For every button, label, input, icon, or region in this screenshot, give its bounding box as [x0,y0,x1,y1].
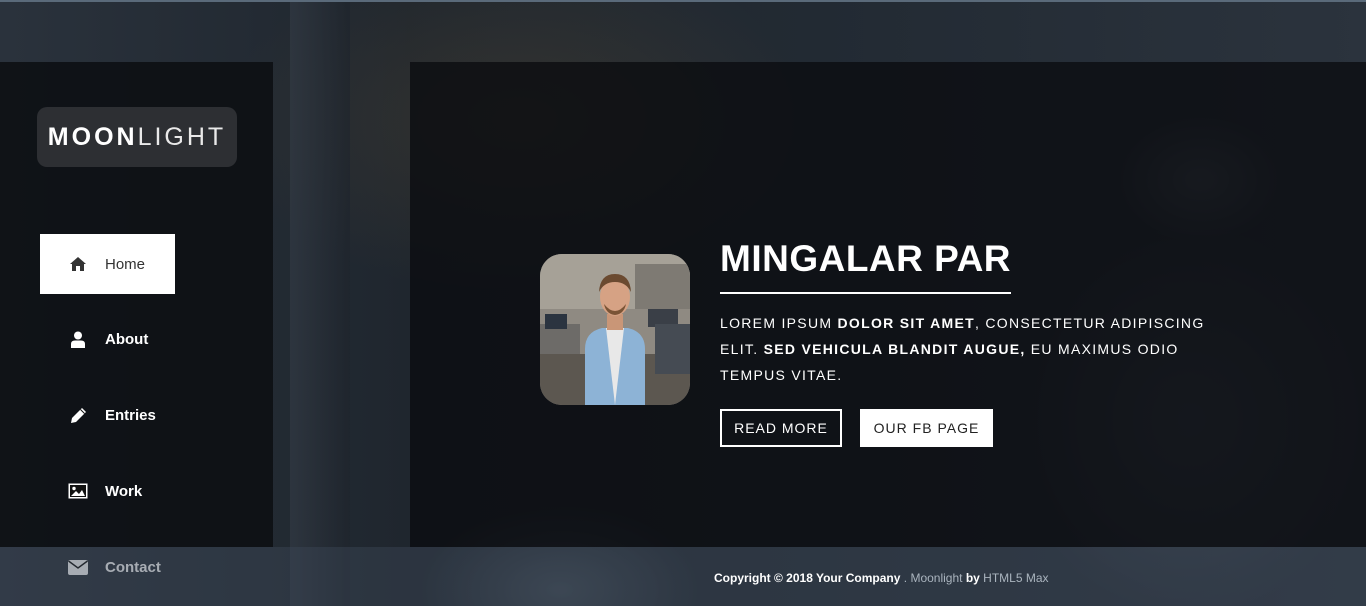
fb-page-button[interactable]: OUR FB PAGE [860,409,993,447]
top-border [0,0,1366,2]
desc-part-1: Lorem ipsum [720,315,838,331]
copyright-label: Copyright © 2018 Your Company [714,571,901,585]
footer-by: by [962,571,984,585]
nav-label-about: About [105,330,149,348]
nav-item-about[interactable]: About [40,309,175,369]
nav-item-home[interactable]: Home [40,234,175,294]
hero-description: Lorem ipsum dolor sit amet, consectetur … [720,310,1230,388]
nav-label-entries: Entries [105,406,156,424]
footer-separator: . [900,571,911,585]
profile-photo [540,254,690,405]
copyright-text: Copyright © 2018 Your Company . Moonligh… [714,571,1049,585]
nav-label-home: Home [105,255,146,273]
nav-label-work: Work [105,482,143,500]
hero-title: MINGALAR PAR [720,238,1012,294]
sidebar: MOON LIGHT Home About Entries Work Contac… [0,62,273,576]
nav-item-entries[interactable]: Entries [40,385,175,445]
footer: Copyright © 2018 Your Company . Moonligh… [0,547,1366,606]
logo-bold-text: MOON [47,122,138,151]
site-link[interactable]: Moonlight [910,571,962,585]
author-link[interactable]: HTML5 Max [983,571,1048,585]
site-logo[interactable]: MOON LIGHT [37,107,237,167]
hero-panel: MINGALAR PAR Lorem ipsum dolor sit amet,… [410,62,1366,547]
desc-bold-1: dolor sit amet [837,315,975,331]
nav-item-work[interactable]: Work [40,461,175,521]
image-icon [68,482,88,500]
background-post [290,0,350,606]
home-icon [68,255,88,273]
logo-light-text: LIGHT [137,122,227,151]
user-icon [68,330,88,348]
desc-bold-2: Sed vehicula blandit augue, [763,341,1026,357]
pencil-icon [68,406,88,424]
read-more-button[interactable]: READ MORE [720,409,842,447]
